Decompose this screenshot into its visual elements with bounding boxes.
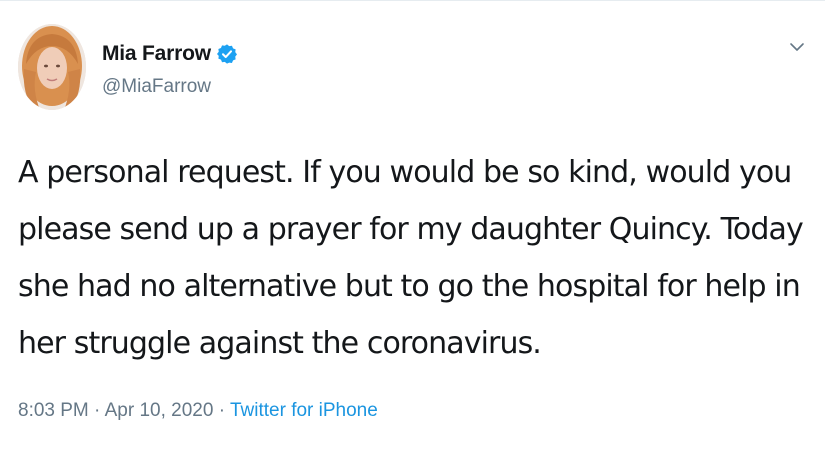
tweet-meta: 8:03 PM · Apr 10, 2020 · Twitter for iPh… (18, 400, 378, 422)
name-row: Mia Farrow (102, 41, 238, 67)
user-handle[interactable]: @MiaFarrow (102, 76, 211, 98)
tweet-text-line: her struggle against the coronavirus. (18, 326, 542, 361)
chevron-down-icon[interactable] (787, 37, 807, 57)
tweet-card: Mia Farrow @MiaFarrow A personal request… (0, 0, 825, 450)
verified-badge-icon (216, 44, 237, 64)
tweet-date[interactable]: Apr 10, 2020 (105, 400, 214, 421)
tweet-text-line: she had no alternative but to go the hos… (18, 269, 801, 304)
meta-separator: · (218, 400, 226, 421)
tweet-source-link[interactable]: Twitter for iPhone (230, 400, 378, 421)
tweet-time[interactable]: 8:03 PM (18, 400, 89, 421)
avatar-image (18, 24, 86, 110)
tweet-text-line: A personal request. If you would be so k… (18, 155, 792, 190)
avatar[interactable] (18, 24, 86, 110)
meta-separator: · (94, 400, 101, 421)
tweet-text: A personal request. If you would be so k… (18, 144, 813, 372)
tweet-text-line: please send up a prayer for my daughter … (18, 212, 804, 247)
display-name[interactable]: Mia Farrow (102, 42, 211, 66)
